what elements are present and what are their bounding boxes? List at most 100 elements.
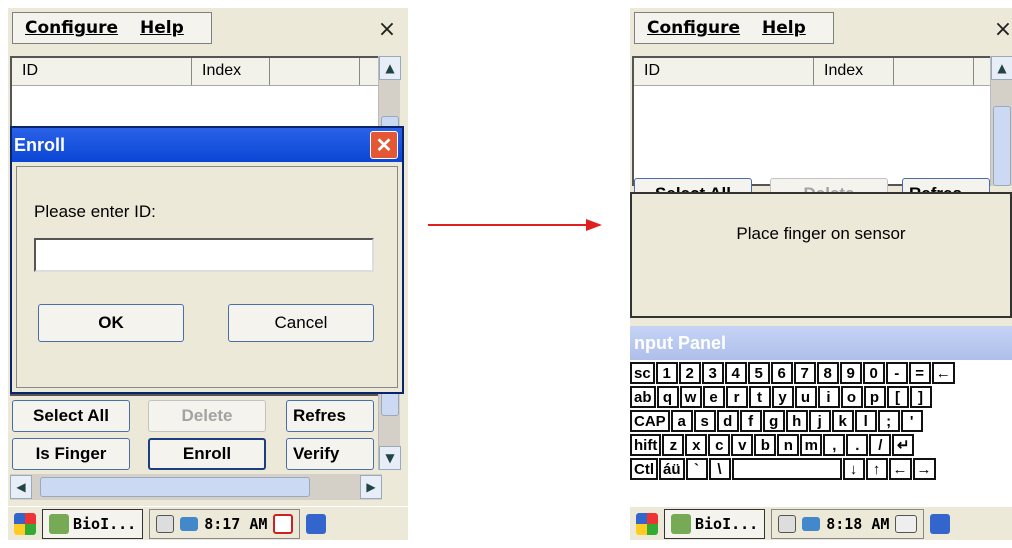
keyboard-key[interactable]: 8 — [816, 362, 839, 384]
keyboard-key[interactable]: sc — [630, 362, 655, 384]
task-button-bioi[interactable]: BioI... — [42, 508, 144, 539]
keyboard-key[interactable]: p — [863, 386, 886, 408]
keyboard-key[interactable]: CAP — [630, 410, 670, 432]
keyboard-key[interactable]: ' — [900, 410, 923, 432]
column-index[interactable]: Index — [814, 58, 894, 85]
ok-button[interactable]: OK — [38, 304, 184, 342]
keyboard-key[interactable]: ← — [888, 458, 912, 480]
window-switch-icon[interactable] — [930, 513, 951, 534]
keyboard-key[interactable]: Ctl — [630, 458, 658, 480]
select-all-button[interactable]: Select All — [12, 400, 130, 432]
scroll-up-icon[interactable]: ▲ — [379, 56, 401, 80]
keyboard-key[interactable]: l — [854, 410, 877, 432]
id-list-view[interactable]: ID Index — [632, 56, 992, 186]
keyboard-key[interactable]: ab — [630, 386, 656, 408]
scroll-right-icon[interactable]: ▶ — [360, 475, 382, 499]
keyboard-key[interactable]: x — [685, 434, 708, 456]
column-id[interactable]: ID — [12, 58, 192, 85]
keyboard-key[interactable]: o — [840, 386, 863, 408]
keyboard-key[interactable]: b — [754, 434, 777, 456]
keyboard-key[interactable]: y — [771, 386, 794, 408]
keyboard-key[interactable]: 5 — [747, 362, 770, 384]
keyboard-key[interactable]: q — [656, 386, 679, 408]
menu-help[interactable]: Help — [140, 18, 184, 38]
scroll-thumb[interactable] — [993, 106, 1011, 186]
keyboard-key[interactable]: j — [808, 410, 831, 432]
keyboard-key[interactable]: r — [725, 386, 748, 408]
horizontal-scrollbar[interactable]: ◀ ▶ — [10, 474, 382, 500]
network-icon[interactable] — [180, 516, 199, 531]
cancel-button[interactable]: Cancel — [228, 304, 374, 342]
keyboard-key[interactable]: ↵ — [892, 434, 915, 456]
menu-help[interactable]: Help — [762, 18, 806, 38]
keyboard-icon[interactable] — [156, 514, 175, 533]
clock[interactable]: 8:17 AM — [204, 515, 267, 533]
keyboard-key[interactable]: ← — [931, 362, 955, 384]
column-id[interactable]: ID — [634, 58, 814, 85]
verify-button[interactable]: Verify — [286, 438, 374, 470]
id-input[interactable] — [34, 238, 374, 272]
keyboard-key[interactable]: d — [716, 410, 739, 432]
keyboard-key[interactable]: ] — [909, 386, 932, 408]
keyboard-key[interactable]: n — [777, 434, 800, 456]
keyboard-key[interactable]: ; — [877, 410, 900, 432]
menu-configure[interactable]: Configure — [25, 18, 118, 38]
keyboard-key[interactable] — [731, 458, 842, 480]
dialog-close-icon[interactable]: ✕ — [370, 131, 398, 159]
keyboard-key[interactable]: v — [731, 434, 754, 456]
keyboard-key[interactable]: k — [831, 410, 854, 432]
keyboard-key[interactable]: 7 — [793, 362, 816, 384]
close-icon[interactable]: × — [988, 14, 1012, 44]
is-finger-button[interactable]: Is Finger — [12, 438, 130, 470]
keyboard-key[interactable]: . — [846, 434, 869, 456]
network-icon[interactable] — [802, 516, 821, 531]
keyboard-key[interactable]: 1 — [655, 362, 678, 384]
vertical-scrollbar[interactable]: ▲ — [990, 56, 1012, 186]
keyboard-key[interactable]: 2 — [678, 362, 701, 384]
keyboard-key[interactable]: s — [693, 410, 716, 432]
keyboard-key[interactable]: ↓ — [842, 458, 865, 480]
keyboard-key[interactable]: e — [702, 386, 725, 408]
keyboard-key[interactable]: t — [748, 386, 771, 408]
input-keyboard-icon[interactable] — [895, 514, 918, 533]
input-pen-icon[interactable] — [273, 513, 294, 534]
keyboard-key[interactable]: ` — [685, 458, 708, 480]
hscroll-thumb[interactable] — [40, 477, 310, 497]
column-index[interactable]: Index — [192, 58, 270, 85]
keyboard-key[interactable]: h — [785, 410, 808, 432]
keyboard-key[interactable]: → — [912, 458, 936, 480]
keyboard-key[interactable]: a — [670, 410, 693, 432]
keyboard-key[interactable]: ↑ — [865, 458, 888, 480]
scroll-up-icon[interactable]: ▲ — [991, 56, 1012, 80]
windows-start-icon[interactable] — [14, 512, 36, 535]
keyboard-icon[interactable] — [778, 514, 797, 533]
keyboard-key[interactable]: i — [817, 386, 840, 408]
keyboard-key[interactable]: f — [739, 410, 762, 432]
keyboard-key[interactable]: m — [800, 434, 823, 456]
keyboard-key[interactable]: , — [823, 434, 846, 456]
clock[interactable]: 8:18 AM — [826, 515, 889, 533]
keyboard-key[interactable]: [ — [886, 386, 909, 408]
task-button-bioi[interactable]: BioI... — [664, 508, 766, 539]
keyboard-key[interactable]: 9 — [839, 362, 862, 384]
keyboard-key[interactable]: 0 — [862, 362, 885, 384]
keyboard-key[interactable]: w — [679, 386, 702, 408]
keyboard-key[interactable]: áü — [659, 458, 685, 480]
keyboard-key[interactable]: 3 — [701, 362, 724, 384]
keyboard-key[interactable]: = — [908, 362, 931, 384]
keyboard-key[interactable]: 4 — [724, 362, 747, 384]
windows-start-icon[interactable] — [636, 512, 658, 535]
refresh-button[interactable]: Refres — [286, 400, 374, 432]
keyboard-key[interactable]: 6 — [770, 362, 793, 384]
window-switch-icon[interactable] — [306, 513, 327, 534]
delete-button[interactable]: Delete — [148, 400, 266, 432]
keyboard-key[interactable]: / — [869, 434, 892, 456]
keyboard-key[interactable]: \ — [708, 458, 731, 480]
keyboard-key[interactable]: u — [794, 386, 817, 408]
keyboard-key[interactable]: g — [762, 410, 785, 432]
scroll-down-icon[interactable]: ▼ — [379, 446, 401, 470]
keyboard-key[interactable]: z — [662, 434, 685, 456]
enroll-button[interactable]: Enroll — [148, 438, 266, 470]
scroll-left-icon[interactable]: ◀ — [10, 475, 32, 499]
keyboard-key[interactable]: hift — [630, 434, 662, 456]
